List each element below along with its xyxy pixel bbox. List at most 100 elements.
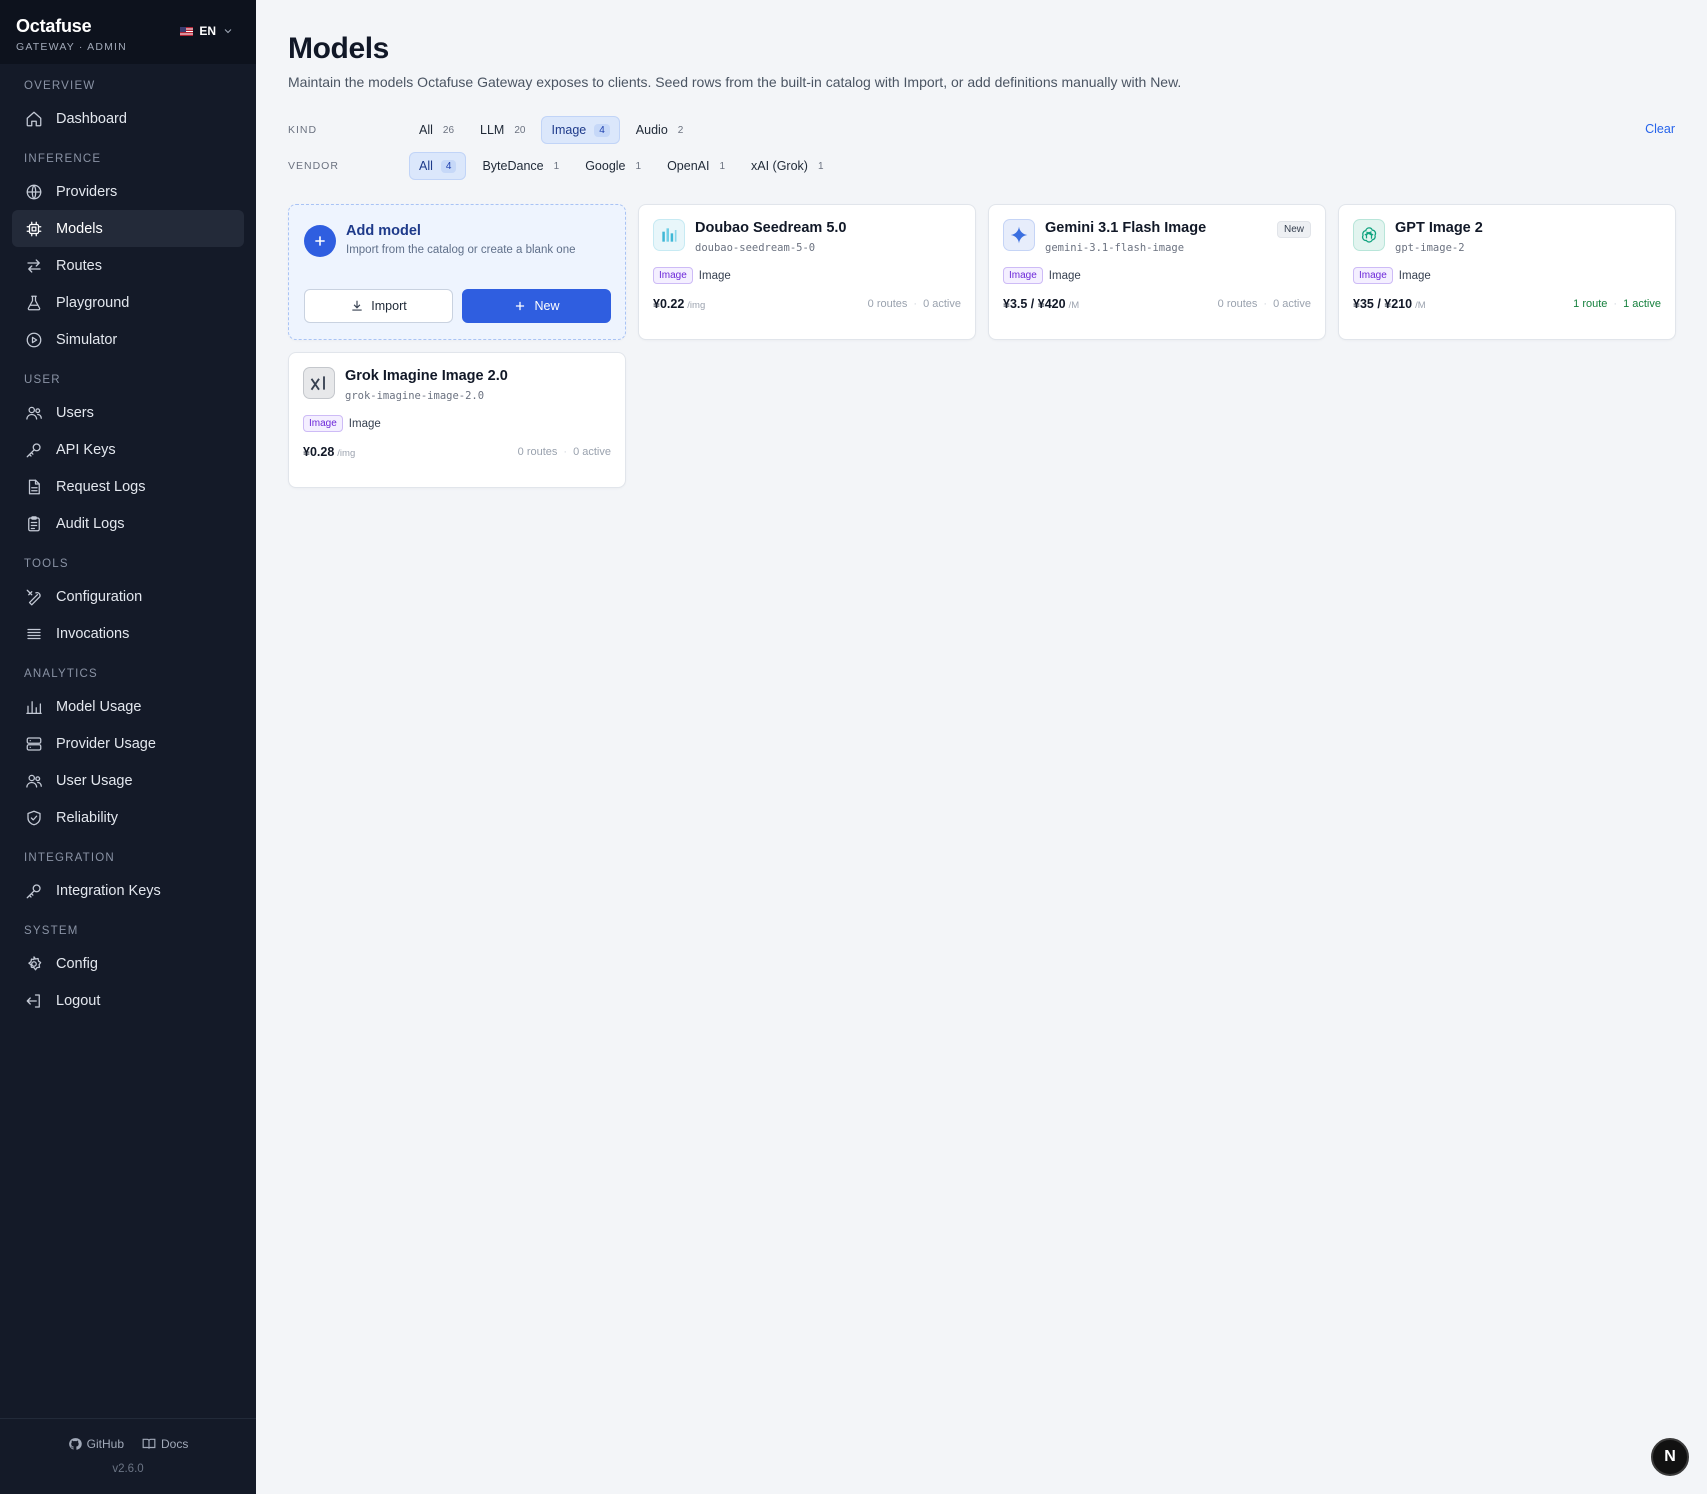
cpu-icon <box>26 221 42 236</box>
vendor-chip-google[interactable]: Google 1 <box>575 152 651 180</box>
kind-label: Image <box>698 269 731 282</box>
vendor-logo <box>303 367 335 399</box>
nav-section-label: TOOLS <box>24 558 69 570</box>
add-model-button[interactable] <box>304 225 336 257</box>
price-unit: /M <box>1415 300 1426 311</box>
xai-icon <box>310 376 325 391</box>
new-button[interactable]: New <box>462 289 611 323</box>
price-unit: /img <box>687 300 706 311</box>
vendor-chip-xai-grok-[interactable]: xAI (Grok) 1 <box>741 152 834 180</box>
flask-icon <box>27 295 41 310</box>
bar-chart-icon <box>26 700 42 714</box>
sidebar-item-request-logs[interactable]: Request Logs <box>12 468 244 505</box>
github-link[interactable]: GitHub <box>68 1437 124 1451</box>
key-icon <box>26 442 41 457</box>
model-price: ¥3.5 / ¥420/M <box>1003 297 1079 311</box>
chip-count: 4 <box>440 159 457 173</box>
sidebar-item-label: Integration Keys <box>56 882 161 899</box>
book-icon <box>142 1438 156 1449</box>
sidebar-item-routes[interactable]: Routes <box>12 247 244 284</box>
sidebar-item-label: Invocations <box>56 625 130 642</box>
separator: · <box>563 446 568 458</box>
docs-link[interactable]: Docs <box>142 1437 188 1451</box>
sidebar-item-configuration[interactable]: Configuration <box>12 578 244 615</box>
clear-filters-button[interactable]: Clear <box>1645 122 1675 136</box>
nav-section-label: INFERENCE <box>24 153 102 165</box>
vendor-chip-bytedance[interactable]: ByteDance 1 <box>472 152 569 180</box>
sidebar-nav: OVERVIEW Dashboard INFERENCE Providers Model… <box>0 64 256 1019</box>
language-selector[interactable]: EN <box>180 24 234 38</box>
price-value: ¥35 / ¥210 <box>1353 297 1413 311</box>
chip-count: 20 <box>514 124 526 136</box>
sidebar-item-label: Dashboard <box>56 110 127 127</box>
arrows-icon <box>27 258 41 273</box>
model-card[interactable]: Doubao Seedream 5.0 doubao-seedream-5-0 Im… <box>638 204 976 340</box>
sidebar-item-invocations[interactable]: Invocations <box>12 615 244 652</box>
kind-chip-all[interactable]: All 26 <box>409 116 464 144</box>
kind-chip-llm[interactable]: LLM 20 <box>470 116 535 144</box>
sidebar-item-provider-usage[interactable]: Provider Usage <box>12 725 244 762</box>
gear-icon <box>28 955 42 970</box>
model-price: ¥0.22/img <box>653 297 705 311</box>
model-name: Doubao Seedream 5.0 <box>695 220 847 236</box>
sidebar-item-playground[interactable]: Playground <box>12 284 244 321</box>
us-flag-icon <box>180 26 194 36</box>
sidebar-item-users[interactable]: Users <box>12 394 244 431</box>
add-model-card: Add model Import from the catalog or cre… <box>288 204 626 340</box>
sidebar-item-label: Providers <box>56 183 118 200</box>
sidebar-footer: GitHub Docs v2.6.0 <box>0 1418 256 1494</box>
kind-chip-image[interactable]: Image 4 <box>541 116 620 144</box>
sidebar: Octafuse GATEWAY · ADMIN EN OVERVIEW Dash… <box>0 0 256 1494</box>
assistant-button[interactable]: N <box>1651 1438 1689 1476</box>
model-id: gemini-3.1-flash-image <box>1045 242 1185 254</box>
route-count: 1 route <box>1573 298 1608 310</box>
page-description: Maintain the models Octafuse Gateway exp… <box>288 74 1182 90</box>
sidebar-item-logout[interactable]: Logout <box>12 982 244 1019</box>
vendor-logo <box>653 219 685 251</box>
model-card[interactable]: Gemini 3.1 Flash Image gemini-3.1-flash-i… <box>988 204 1326 340</box>
route-stats: 1 route · 1 active <box>1573 298 1661 310</box>
price-value: ¥0.22 <box>653 297 685 311</box>
docs-label: Docs <box>161 1437 189 1451</box>
sidebar-item-user-usage[interactable]: User Usage <box>12 762 244 799</box>
vendor-logo <box>1003 219 1035 251</box>
sidebar-item-model-usage[interactable]: Model Usage <box>12 688 244 725</box>
vendor-chip-all[interactable]: All 4 <box>409 152 467 180</box>
kind-tag: Image <box>1003 267 1043 284</box>
sidebar-item-label: Configuration <box>56 588 143 605</box>
sidebar-item-reliability[interactable]: Reliability <box>12 799 244 836</box>
chip-label: All <box>419 123 433 137</box>
model-name: GPT Image 2 <box>1395 220 1483 236</box>
model-price: ¥0.28/img <box>303 445 355 459</box>
active-count: 0 active <box>923 298 961 310</box>
sidebar-item-models[interactable]: Models <box>12 210 244 247</box>
brand: Octafuse GATEWAY · ADMIN EN <box>0 0 256 64</box>
sidebar-item-label: Simulator <box>56 331 118 348</box>
sidebar-item-config[interactable]: Config <box>12 945 244 982</box>
sidebar-item-providers[interactable]: Providers <box>12 173 244 210</box>
model-card[interactable]: GPT Image 2 gpt-image-2 Image Image ¥35 / ¥2… <box>1338 204 1676 340</box>
kind-chip-audio[interactable]: Audio 2 <box>626 116 694 144</box>
price-value: ¥3.5 / ¥420 <box>1003 297 1066 311</box>
sidebar-item-audit-logs[interactable]: Audit Logs <box>12 505 244 542</box>
route-stats: 0 routes · 0 active <box>1218 298 1311 310</box>
plus-icon <box>516 301 525 311</box>
shield-icon <box>27 810 41 825</box>
vendor-chip-openai[interactable]: OpenAI 1 <box>657 152 735 180</box>
model-name: Gemini 3.1 Flash Image <box>1045 220 1207 236</box>
import-button[interactable]: Import <box>304 289 453 323</box>
sidebar-item-dashboard[interactable]: Dashboard <box>12 100 244 137</box>
separator: · <box>1613 298 1618 310</box>
brand-subtitle: GATEWAY · ADMIN <box>16 41 127 53</box>
new-label: New <box>534 299 560 313</box>
sidebar-item-simulator[interactable]: Simulator <box>12 321 244 358</box>
sidebar-item-api-keys[interactable]: API Keys <box>12 431 244 468</box>
play-circle-icon <box>26 332 42 347</box>
active-count: 1 active <box>1623 298 1661 310</box>
clipboard-icon <box>28 515 40 531</box>
sidebar-item-integration-keys[interactable]: Integration Keys <box>12 872 244 909</box>
model-card[interactable]: Grok Imagine Image 2.0 grok-imagine-image… <box>288 352 626 488</box>
active-count: 0 active <box>573 446 611 458</box>
sidebar-item-label: User Usage <box>56 772 133 789</box>
import-label: Import <box>371 299 407 313</box>
